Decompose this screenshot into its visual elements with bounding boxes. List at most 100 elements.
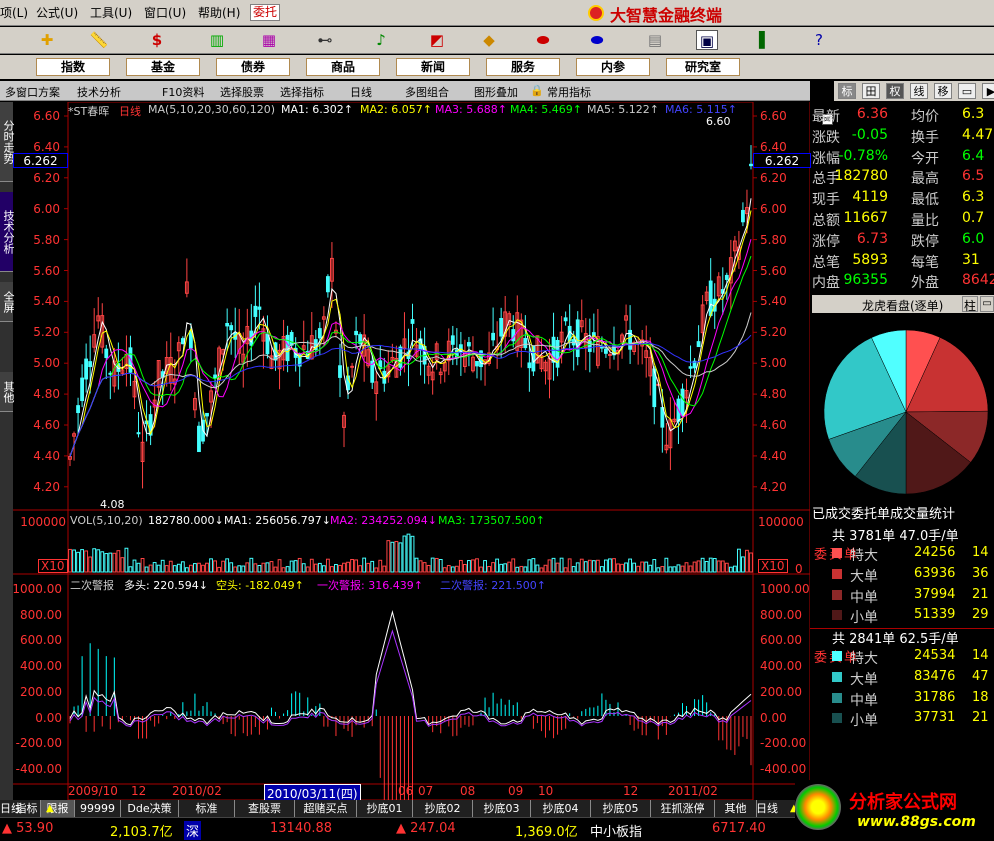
vol-bar (241, 565, 246, 573)
vol-bar (547, 559, 552, 573)
rtab-weight[interactable]: 权 (886, 83, 904, 99)
vol-bar (362, 557, 367, 573)
tb-common-indicator[interactable]: 常用指标 (547, 84, 591, 100)
quote-value2: 8642 (962, 272, 994, 289)
vol-bar (172, 565, 177, 573)
period-right[interactable]: 日线 (756, 800, 778, 817)
indicator-tab-6[interactable]: 超赌买点 (295, 800, 357, 817)
indicator-tab-8[interactable]: 抄底02 (413, 800, 473, 817)
indicator-tab-3[interactable]: Dde决策 (121, 800, 179, 817)
pie-box-icon[interactable]: ▭ (980, 296, 994, 312)
vol-bar (410, 535, 415, 573)
rtab-line[interactable]: 线 (910, 83, 928, 99)
candle-body (338, 365, 342, 378)
indicator-tab-10[interactable]: 抄底04 (531, 800, 591, 817)
vol-bar (442, 567, 447, 573)
vol-bar (700, 557, 705, 573)
candle-body (475, 360, 479, 367)
pill-red-icon[interactable]: ⬬ (532, 30, 554, 50)
nav-news[interactable]: 新闻 (396, 58, 470, 76)
indicator-tab-11[interactable]: 抄底05 (591, 800, 651, 817)
nav-internal[interactable]: 内参 (576, 58, 650, 76)
nav-service[interactable]: 服务 (486, 58, 560, 76)
order-percent: 36 (972, 565, 989, 581)
quote-label: 涨幅 (812, 150, 840, 167)
lock-icon[interactable]: 🔒 (530, 84, 544, 97)
ma-line-2 (69, 210, 752, 457)
stripes-icon[interactable]: ▦ (258, 30, 280, 50)
quote-label2: 今开 (911, 150, 939, 167)
period-left[interactable]: 日线 (0, 800, 22, 817)
quote-value2: 0.7 (962, 210, 985, 226)
ind-axis-right-7: -400.00 (760, 761, 807, 776)
dollar-icon[interactable]: $ (146, 30, 168, 50)
nav-research[interactable]: 研究室 (666, 58, 740, 76)
pill-blue-icon[interactable]: ⬬ (586, 30, 608, 50)
tb-overlay[interactable]: 图形叠加 (474, 84, 518, 100)
rtab-label[interactable]: 标 (838, 83, 856, 99)
vol-bar (205, 562, 209, 573)
quote-label: 总笔 (812, 254, 840, 271)
nav-bond[interactable]: 债券 (216, 58, 290, 76)
stock-name: *ST春晖 (68, 105, 110, 118)
nav-fund[interactable]: 基金 (126, 58, 200, 76)
vol-bar (652, 559, 657, 573)
vol-bar (217, 566, 222, 573)
kline-chart[interactable] (13, 102, 810, 800)
status-sz-label[interactable]: 深 (184, 821, 202, 840)
period-left-arrow-icon[interactable]: ▲ (46, 803, 54, 814)
rtab-move[interactable]: 移 (934, 83, 952, 99)
pie-tab-bar[interactable]: 柱 (962, 296, 978, 313)
quote-label2: 跌停 (911, 233, 939, 250)
tb-select-indicator[interactable]: 选择指标 (280, 84, 324, 100)
rtab-box-icon[interactable]: ▭ (958, 83, 976, 99)
print-icon[interactable]: ▤ (644, 30, 666, 50)
tb-select-stock[interactable]: 选择股票 (220, 84, 264, 100)
crosshair-icon[interactable]: ✚ (36, 30, 58, 50)
binoculars-icon[interactable]: ⊷ (314, 30, 336, 50)
tb-period[interactable]: 日线 (350, 84, 372, 100)
pie-title: 龙虎看盘(逐单) (862, 299, 944, 313)
books-icon[interactable]: ▐ (748, 30, 770, 50)
order-type: 小单 (850, 610, 878, 627)
date-label-6: 08 (460, 784, 476, 798)
menu-item-formula[interactable]: 公式(U) (36, 4, 78, 21)
tb-tech-analysis[interactable]: 技术分析 (77, 84, 121, 100)
quote-row: 内盘 96355 外盘 8642 (810, 272, 994, 292)
vol-bar (366, 562, 371, 573)
menu-item-help[interactable]: 帮助(H) (198, 4, 240, 21)
window-icon[interactable]: ▣ (696, 30, 718, 50)
bell-icon[interactable]: ♪ (370, 30, 392, 50)
indicator-tab-9[interactable]: 抄底03 (473, 800, 531, 817)
app-title: 大智慧金融终端 (610, 6, 723, 25)
candle-body (410, 319, 415, 324)
legend-swatch (832, 610, 842, 621)
diamond-icon[interactable]: ◆ (478, 30, 500, 50)
ruler-icon[interactable]: 📏 (88, 30, 110, 50)
bars-icon[interactable]: ▥ (206, 30, 228, 50)
indicator-tab-2[interactable]: 99999 (75, 800, 121, 817)
rtab-arrow-icon[interactable]: ▶ (982, 83, 994, 99)
indicator-tab-12[interactable]: 狂抓涨停 (651, 800, 715, 817)
nav-index[interactable]: 指数 (36, 58, 110, 76)
entrust-button[interactable]: 委托 (250, 4, 280, 21)
vol-bar (628, 558, 633, 573)
help-pointer-icon[interactable]: ? (808, 30, 830, 50)
tb-f10[interactable]: F10资料 (162, 84, 204, 100)
vol-bar (523, 566, 528, 573)
vol-bar (140, 557, 145, 573)
menu-item-window[interactable]: 窗口(U) (144, 4, 186, 21)
indicator-tab-7[interactable]: 抄底01 (357, 800, 413, 817)
menu-item-tools[interactable]: 工具(U) (90, 4, 132, 21)
tb-multichart[interactable]: 多图组合 (405, 84, 449, 100)
tb-multiwindow[interactable]: 多窗口方案 (5, 84, 60, 100)
chart-icon[interactable]: ◩ (426, 30, 448, 50)
status-sme-label[interactable]: 中小板指 (590, 821, 642, 840)
rtab-grid[interactable]: 田 (862, 83, 880, 99)
indicator-tab-13[interactable]: 其他 (715, 800, 757, 817)
indicator-tab-5[interactable]: 查股票 (235, 800, 295, 817)
legend-swatch (832, 692, 842, 703)
nav-commodity[interactable]: 商品 (306, 58, 380, 76)
menu-item-0[interactable]: 项(L) (0, 4, 28, 21)
indicator-tab-4[interactable]: 标准 (179, 800, 235, 817)
